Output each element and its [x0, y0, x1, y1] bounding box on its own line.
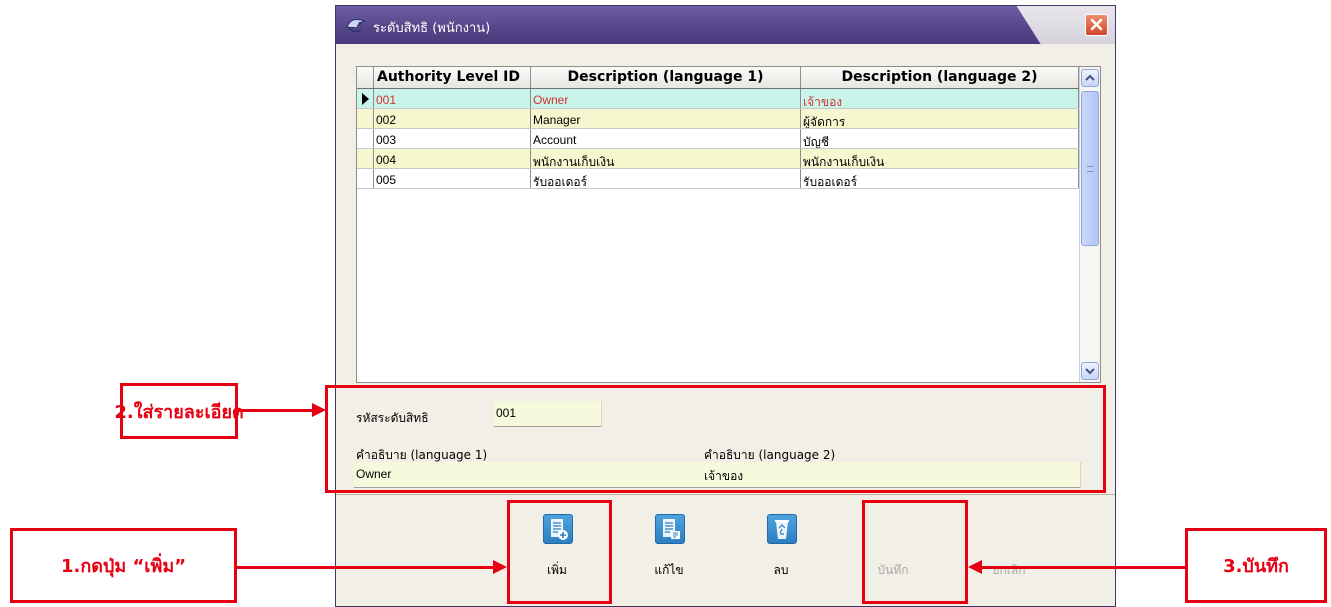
- column-header-desc2[interactable]: Description (language 2): [801, 67, 1079, 88]
- title-bar[interactable]: ระดับสิทธิ (พนักงาน): [336, 6, 1115, 44]
- cell-desc2[interactable]: ผู้จัดการ: [801, 109, 1079, 128]
- cell-desc1[interactable]: Manager: [531, 109, 801, 128]
- cell-desc1[interactable]: พนักงานเก็บเงิน: [531, 149, 801, 168]
- step1-arrow-head: [493, 560, 507, 574]
- cell-id[interactable]: 005: [374, 169, 531, 188]
- table-row[interactable]: 002 Manager ผู้จัดการ: [357, 109, 1079, 129]
- current-row-arrow-icon: [362, 93, 369, 105]
- scroll-grip: [1087, 166, 1094, 172]
- cell-desc2[interactable]: รับออเดอร์: [801, 169, 1079, 188]
- cell-desc1[interactable]: Owner: [531, 89, 801, 108]
- row-indicator: [357, 129, 374, 148]
- table-row[interactable]: 005 รับออเดอร์ รับออเดอร์: [357, 169, 1079, 189]
- table-row[interactable]: 004 พนักงานเก็บเงิน พนักงานเก็บเงิน: [357, 149, 1079, 169]
- cell-desc1[interactable]: Account: [531, 129, 801, 148]
- step2-arrow-line: [238, 409, 314, 412]
- cell-id[interactable]: 003: [374, 129, 531, 148]
- cell-id[interactable]: 004: [374, 149, 531, 168]
- cancel-button[interactable]: ยกเลิก: [981, 514, 1037, 590]
- table-row[interactable]: 003 Account บัญชี: [357, 129, 1079, 149]
- row-indicator: [357, 89, 374, 108]
- grid-vertical-scrollbar[interactable]: [1079, 67, 1100, 382]
- header-indicator-cell: [357, 67, 374, 88]
- scroll-up-button[interactable]: [1081, 69, 1099, 87]
- chevron-down-icon: [1085, 368, 1095, 375]
- app-bird-icon: [346, 18, 367, 33]
- edit-button-label: แก้ไข: [654, 563, 684, 577]
- step2-arrow-head: [312, 403, 326, 417]
- authority-level-window: ระดับสิทธิ (พนักงาน) Authority Level ID …: [335, 5, 1116, 607]
- step3-arrow-head: [968, 560, 982, 574]
- column-header-id[interactable]: Authority Level ID: [374, 67, 531, 88]
- scroll-down-button[interactable]: [1081, 362, 1099, 380]
- chevron-up-icon: [1085, 74, 1095, 81]
- grid-header: Authority Level ID Description (language…: [357, 67, 1079, 89]
- step3-arrow-line: [982, 566, 1185, 569]
- delete-button[interactable]: ลบ: [753, 514, 809, 590]
- cell-desc2[interactable]: เจ้าของ: [801, 89, 1079, 108]
- cell-desc2[interactable]: พนักงานเก็บเงิน: [801, 149, 1079, 168]
- add-button-highlight-box: [507, 500, 612, 604]
- form-highlight-box: [325, 385, 1106, 493]
- authority-level-grid[interactable]: Authority Level ID Description (language…: [356, 66, 1101, 383]
- scroll-thumb[interactable]: [1081, 91, 1099, 246]
- cell-desc2[interactable]: บัญชี: [801, 129, 1079, 148]
- step3-callout: 3.บันทึก: [1185, 528, 1327, 603]
- window-title: ระดับสิทธิ (พนักงาน): [373, 21, 491, 36]
- column-header-desc1[interactable]: Description (language 1): [531, 67, 801, 88]
- save-button-highlight-box: [862, 500, 968, 604]
- table-row[interactable]: 001 Owner เจ้าของ: [357, 89, 1079, 109]
- close-button[interactable]: [1085, 14, 1108, 36]
- delete-button-label: ลบ: [773, 563, 789, 577]
- step1-callout: 1.กดปุ่ม “เพิ่ม”: [10, 528, 237, 603]
- step1-arrow-line: [237, 566, 493, 569]
- edit-button[interactable]: แก้ไข: [641, 514, 697, 590]
- cell-id[interactable]: 002: [374, 109, 531, 128]
- cell-id[interactable]: 001: [374, 89, 531, 108]
- cell-desc1[interactable]: รับออเดอร์: [531, 169, 801, 188]
- row-indicator: [357, 109, 374, 128]
- edit-document-icon: [655, 514, 685, 544]
- recycle-bin-icon: [767, 514, 797, 544]
- step2-callout: 2.ใส่รายละเอียด: [114, 383, 244, 439]
- cancel-button-label: ยกเลิก: [992, 563, 1026, 577]
- row-indicator: [357, 169, 374, 188]
- toolbar-divider: [336, 494, 1115, 495]
- row-indicator: [357, 149, 374, 168]
- close-icon: [1090, 18, 1103, 31]
